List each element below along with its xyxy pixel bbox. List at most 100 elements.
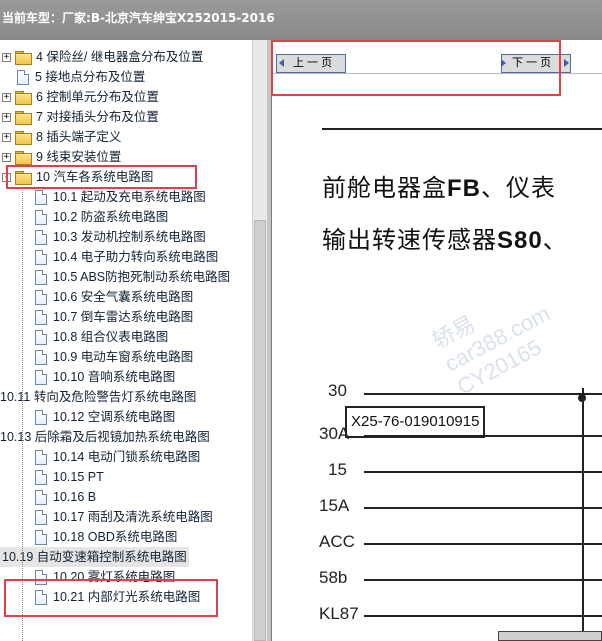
folder-icon	[15, 51, 32, 65]
vehicle-name: 厂家:B-北京汽车绅宝X252015-2016	[62, 11, 275, 25]
schematic-title-line2: 输出转速传感器S80、	[322, 226, 568, 254]
tree-item[interactable]: 10.7 倒车雷达系统电路图	[35, 307, 193, 327]
pin-label: KL87	[319, 604, 359, 623]
tree-item[interactable]: 10.2 防盗系统电路图	[35, 207, 168, 227]
tree-item[interactable]: 10.14 电动门锁系统电路图	[35, 447, 200, 467]
expand-icon[interactable]: +	[2, 52, 11, 62]
tree-item-label: 10.18 OBD系统电路图	[53, 530, 178, 544]
pin-wire	[364, 471, 602, 473]
tree-guide-line	[22, 190, 23, 641]
pin-wire	[364, 507, 602, 509]
tree-item-label: 10.13 后除霜及后视镜加热系统电路图	[0, 430, 210, 444]
tree-item[interactable]: 10.8 组合仪表电路图	[35, 327, 168, 347]
tree-item[interactable]: 10.1 起动及充电系统电路图	[35, 187, 206, 207]
highlight-box-item1019	[4, 579, 218, 617]
document-icon	[35, 369, 47, 385]
tree-item[interactable]: +7 对接插头分布及位置	[2, 107, 159, 127]
document-icon	[35, 529, 47, 545]
pin-wire	[364, 579, 602, 581]
document-icon	[35, 409, 47, 425]
folder-icon	[15, 131, 32, 145]
document-icon	[35, 349, 47, 365]
tree-item[interactable]: 10.18 OBD系统电路图	[35, 527, 177, 547]
document-icon	[35, 329, 47, 345]
expand-icon[interactable]: +	[2, 152, 11, 162]
expand-icon[interactable]: +	[2, 132, 11, 142]
tree-item-label: 10.12 空调系统电路图	[53, 410, 176, 424]
folder-icon	[15, 111, 32, 125]
pin-wire	[364, 393, 602, 395]
tree-item-label: 5 接地点分布及位置	[35, 70, 146, 84]
tree-item[interactable]: 10.4 电子助力转向系统电路图	[35, 247, 218, 267]
tree-item[interactable]: 10.9 电动车窗系统电路图	[35, 347, 193, 367]
tree-item[interactable]: 10.17 雨刮及清洗系统电路图	[35, 507, 213, 527]
tree-item-label: 10.7 倒车雷达系统电路图	[53, 310, 194, 324]
highlight-box-section10	[6, 165, 197, 189]
document-icon	[35, 509, 47, 525]
tree-scrollbar[interactable]	[252, 40, 267, 641]
tree-item-label: 10.15 PT	[53, 470, 104, 484]
tree-item[interactable]: 10.3 发动机控制系统电路图	[35, 227, 206, 247]
tree-item-label: 7 对接插头分布及位置	[36, 110, 159, 124]
tree-item[interactable]: 10.5 ABS防抱死制动系统电路图	[35, 267, 230, 287]
title-bar: 当前车型：厂家:B-北京汽车绅宝X252015-2016	[0, 0, 602, 40]
vertical-bus-line	[582, 388, 584, 641]
junction-dot	[578, 394, 586, 402]
schematic-page: 前舱电器盒FB、仪表 输出转速传感器S80、 X25-76-019010915 …	[272, 98, 602, 641]
tree-item-label: 9 线束安装位置	[36, 150, 122, 164]
pin-wire	[364, 615, 602, 617]
tree-item[interactable]: +6 控制单元分布及位置	[2, 87, 159, 107]
document-icon	[35, 469, 47, 485]
tree-item-label: 8 插头端子定义	[36, 130, 122, 144]
document-icon	[35, 229, 47, 245]
tree-item[interactable]: +4 保险丝/ 继电器盒分布及位置	[2, 47, 203, 67]
tree-item-label: 10.14 电动门锁系统电路图	[53, 450, 201, 464]
document-icon	[17, 69, 29, 85]
tree-item[interactable]: 10.15 PT	[35, 467, 104, 487]
tree-item[interactable]: +9 线束安装位置	[2, 147, 121, 167]
pin-label: ACC	[319, 532, 355, 551]
connector-code-box: X25-76-019010915	[345, 406, 486, 438]
tree-item-label: 10.8 组合仪表电路图	[53, 330, 169, 344]
tree-item[interactable]: 10.12 空调系统电路图	[35, 407, 175, 427]
tree-item-label: 10.17 雨刮及清洗系统电路图	[53, 510, 213, 524]
component-block	[498, 631, 602, 641]
document-icon	[35, 249, 47, 265]
folder-icon	[15, 151, 32, 165]
tree-item[interactable]: +8 插头端子定义	[2, 127, 121, 147]
tree-item[interactable]: 10.19 自动变速箱控制系统电路图	[0, 547, 189, 567]
tree-item-label: 10.3 发动机控制系统电路图	[53, 230, 206, 244]
tree-item-label: 10.6 安全气囊系统电路图	[53, 290, 194, 304]
pin-label: 15	[328, 460, 347, 479]
tree-item[interactable]: 10.16 B	[35, 487, 96, 507]
scrollbar-thumb[interactable]	[254, 220, 266, 641]
pin-label: 15A	[319, 496, 350, 515]
document-icon	[35, 269, 47, 285]
tree-item-label: 10.2 防盗系统电路图	[53, 210, 169, 224]
pin-wire	[364, 435, 602, 437]
document-icon	[35, 309, 47, 325]
tree-item-label: 4 保险丝/ 继电器盒分布及位置	[36, 50, 204, 64]
expand-icon[interactable]: +	[2, 112, 11, 122]
document-icon	[35, 289, 47, 305]
tree-item-label: 10.9 电动车窗系统电路图	[53, 350, 194, 364]
right-arrow-icon	[564, 59, 569, 67]
tree-item-label: 10.4 电子助力转向系统电路图	[53, 250, 219, 264]
vehicle-prefix: 当前车型：	[2, 11, 63, 25]
document-icon	[35, 489, 47, 505]
tree-item-label: 10.11 转向及危险警告灯系统电路图	[0, 390, 197, 404]
tree-item-label: 10.1 起动及充电系统电路图	[53, 190, 206, 204]
tree-item[interactable]: 10.6 安全气囊系统电路图	[35, 287, 193, 307]
highlight-box-navigation	[271, 40, 561, 96]
expand-icon[interactable]: +	[2, 92, 11, 102]
document-icon	[35, 449, 47, 465]
tree-item[interactable]: 10.11 转向及危险警告灯系统电路图	[0, 387, 196, 407]
tree-item[interactable]: 10.13 后除霜及后视镜加热系统电路图	[0, 427, 210, 447]
tree-item[interactable]: 5 接地点分布及位置	[17, 67, 145, 87]
pin-label: 30	[328, 381, 347, 400]
folder-icon	[15, 91, 32, 105]
toc-tree[interactable]: +4 保险丝/ 继电器盒分布及位置 5 接地点分布及位置 +6 控制单元分布及位置 +…	[0, 40, 252, 641]
tree-item[interactable]: 10.10 音响系统电路图	[35, 367, 175, 387]
pin-label: 58b	[319, 568, 348, 587]
tree-item-label: 10.10 音响系统电路图	[53, 370, 176, 384]
